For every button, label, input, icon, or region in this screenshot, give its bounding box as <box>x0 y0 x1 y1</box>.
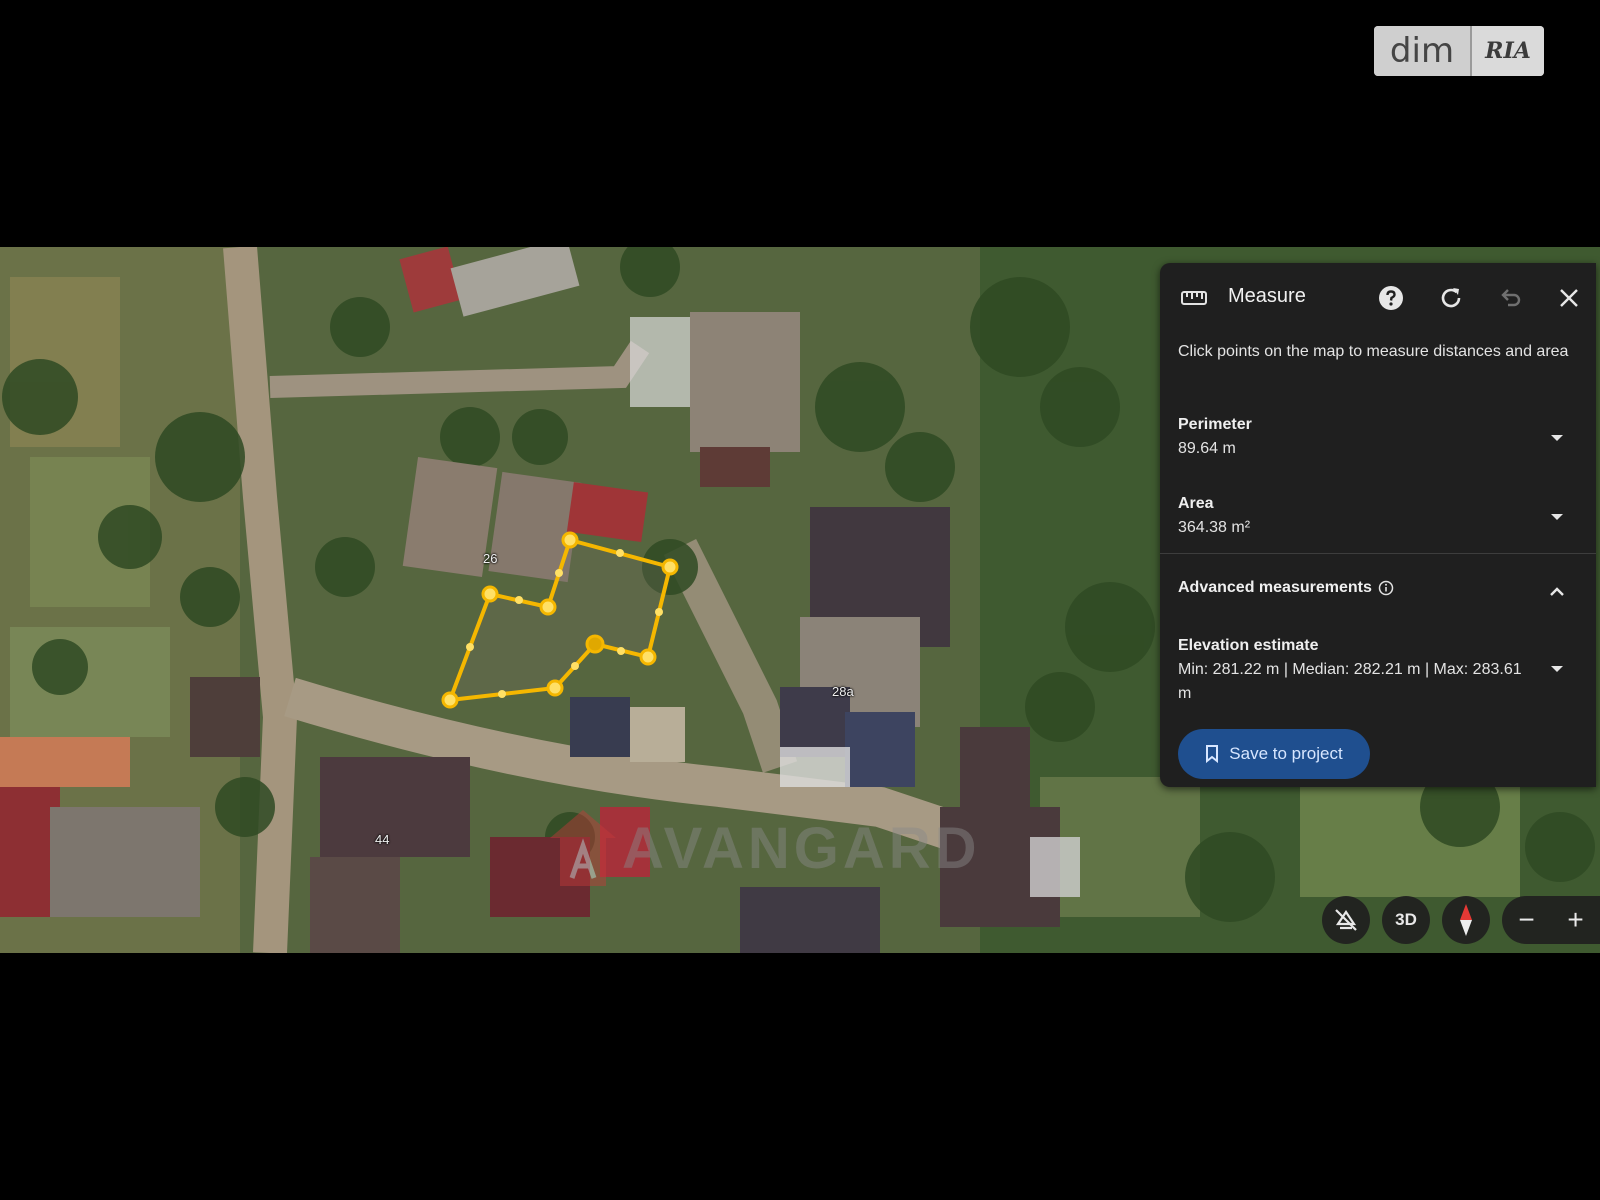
perimeter-row[interactable]: Perimeter 89.64 m <box>1178 413 1578 461</box>
elevation-value: Min: 281.22 m | Median: 282.21 m | Max: … <box>1178 661 1522 702</box>
screenshot-frame: dim RIA 26 28a 44 AVANGARD Measure Click… <box>0 0 1600 1200</box>
bookmark-icon <box>1206 745 1219 763</box>
info-icon[interactable] <box>1378 580 1394 596</box>
photo-watermark: AVANGARD <box>548 803 998 893</box>
house-number-label: 44 <box>375 832 390 847</box>
area-row[interactable]: Area 364.38 m² <box>1178 492 1578 540</box>
zoom-out-button[interactable]: − <box>1507 906 1547 934</box>
house-number-label: 28a <box>832 684 854 699</box>
watermark-text: AVANGARD <box>622 815 981 881</box>
elevation-row[interactable]: Elevation estimate Min: 281.22 m | Media… <box>1178 634 1538 706</box>
house-number-label: 26 <box>483 551 498 566</box>
advanced-measurements-label: Advanced measurements <box>1178 579 1372 596</box>
area-label: Area <box>1178 495 1214 512</box>
panel-divider <box>1160 553 1596 554</box>
tilt-off-icon <box>1335 909 1357 931</box>
logo-dim-text: dim <box>1374 26 1470 76</box>
save-to-project-label: Save to project <box>1229 744 1343 763</box>
measure-panel: Measure Click points on the map to measu… <box>1160 263 1596 787</box>
tilt-toggle-button[interactable] <box>1322 896 1370 944</box>
3d-button[interactable]: 3D <box>1382 896 1430 944</box>
help-icon[interactable] <box>1376 283 1406 313</box>
advanced-measurements-header[interactable]: Advanced measurements <box>1178 579 1394 597</box>
panel-title: Measure <box>1228 285 1306 307</box>
close-icon[interactable] <box>1554 283 1584 313</box>
zoom-in-button[interactable]: + <box>1556 906 1596 934</box>
watermark-house-icon <box>548 808 618 888</box>
logo-ria-text: RIA <box>1470 26 1544 76</box>
perimeter-value: 89.64 m <box>1178 440 1236 457</box>
measure-instructions: Click points on the map to measure dista… <box>1178 343 1569 360</box>
perimeter-label: Perimeter <box>1178 416 1252 433</box>
elevation-label: Elevation estimate <box>1178 637 1319 654</box>
zoom-controls: − + <box>1502 896 1600 944</box>
chevron-down-icon[interactable] <box>1546 506 1568 528</box>
save-to-project-button[interactable]: Save to project <box>1178 729 1370 779</box>
compass-button[interactable] <box>1442 896 1490 944</box>
compass-icon <box>1460 904 1472 936</box>
ruler-icon <box>1181 291 1207 305</box>
chevron-up-icon[interactable] <box>1546 581 1568 603</box>
dim-ria-logo: dim RIA <box>1374 26 1544 76</box>
chevron-down-icon[interactable] <box>1546 658 1568 680</box>
undo-icon[interactable] <box>1496 283 1526 313</box>
chevron-down-icon[interactable] <box>1546 427 1568 449</box>
refresh-icon[interactable] <box>1436 283 1466 313</box>
area-value: 364.38 m² <box>1178 519 1251 536</box>
